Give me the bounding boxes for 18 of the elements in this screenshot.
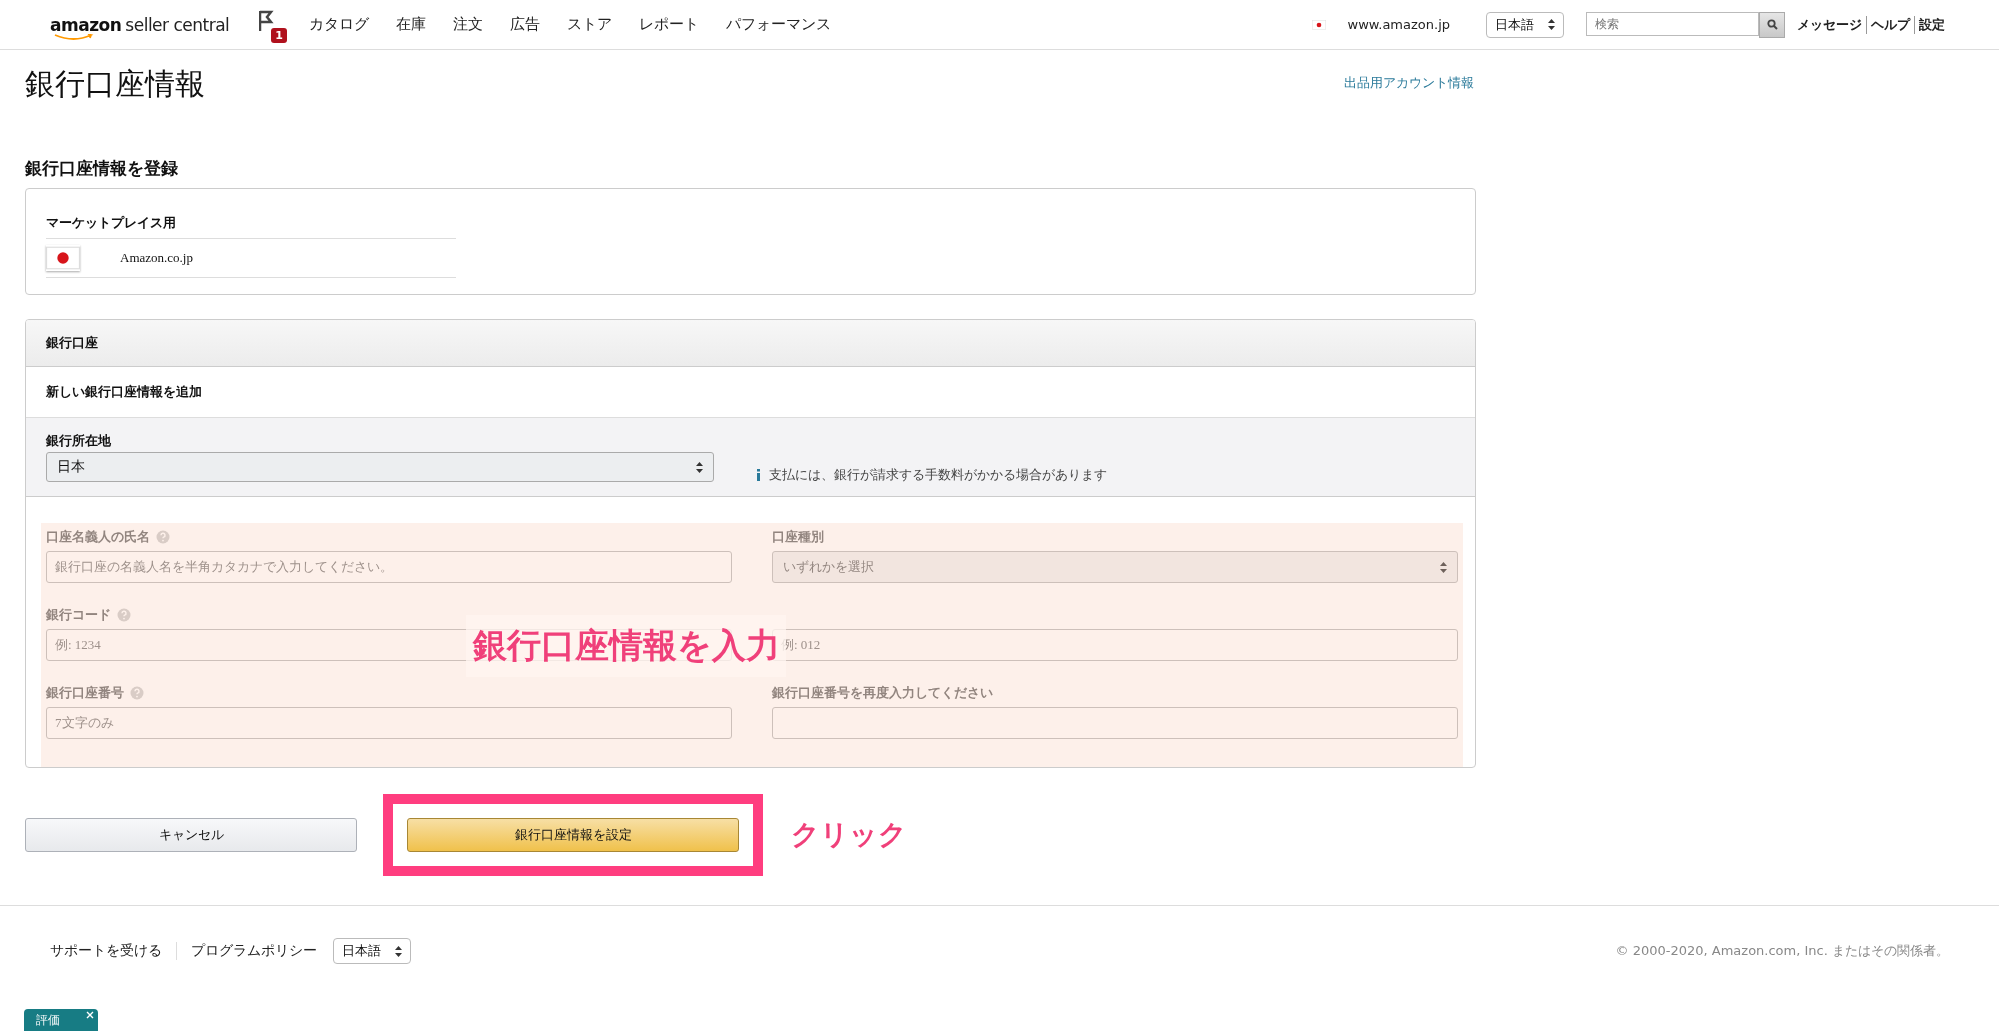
field-label: 銀行口座番号を再度入力してください [772, 684, 993, 702]
field-label: 口座種別 [772, 528, 824, 546]
card-header: 銀行口座 [26, 320, 1475, 367]
section-heading: 銀行口座情報を登録 [25, 158, 179, 180]
marketplace-label: マーケットプレイス用 [46, 214, 456, 239]
info-note: 支払には、銀行が請求する手数料がかかる場合があります [769, 466, 1107, 484]
notification-count: 1 [271, 27, 287, 43]
copyright: © 2000-2020, Amazon.com, Inc. またはその関係者。 [1615, 942, 1949, 960]
page-title: 銀行口座情報 [25, 66, 205, 102]
field-label: 口座名義人の氏名 [46, 528, 150, 546]
field-label: 銀行口座番号 [46, 684, 124, 702]
logo-text: seller central [125, 14, 230, 35]
field-label: 銀行所在地 [46, 432, 112, 450]
logo-text: amazon [50, 14, 122, 35]
annotation-caption: 銀行口座情報を入力 [466, 615, 786, 677]
marketplace-name: Amazon.co.jp [120, 250, 193, 266]
annotation-label: クリック [791, 817, 907, 853]
field-label: 銀行コード [46, 606, 111, 624]
